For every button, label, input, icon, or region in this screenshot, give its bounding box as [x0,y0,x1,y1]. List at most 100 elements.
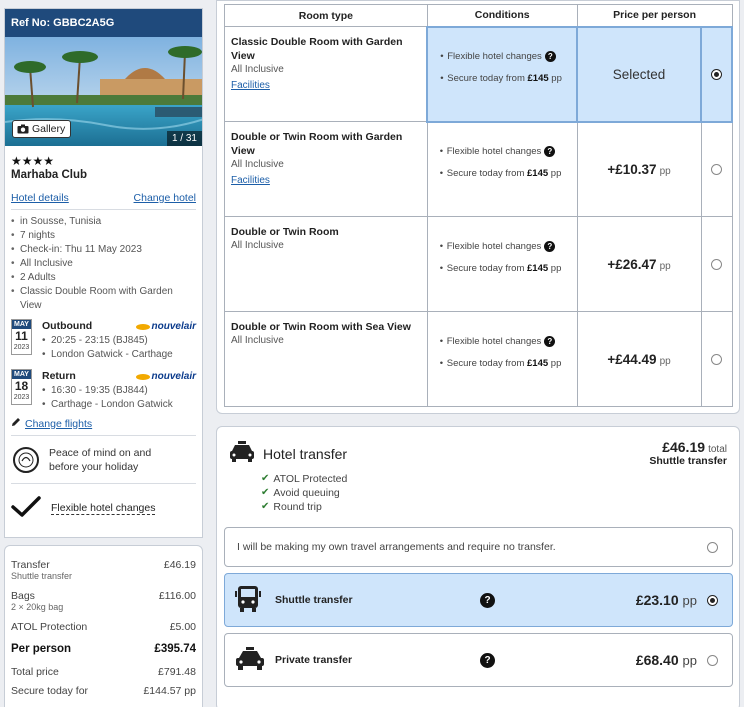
outbound-day: 11 [15,329,28,343]
conditions-cell: Flexible hotel changes? Secure today fro… [426,311,578,407]
room-board: All Inclusive [231,240,284,251]
total-value: £791.48 [158,666,196,678]
airline-name: nouvelair [151,371,196,382]
transfer-label: Transfer [11,559,50,571]
condition-flexible: Flexible hotel changes? [440,141,571,163]
no-transfer-label: I will be making my own travel arrangeme… [237,541,556,553]
facilities-link[interactable]: Facilities [231,80,270,91]
header-price: Price per person [576,4,733,27]
no-transfer-option[interactable]: I will be making my own travel arrangeme… [224,527,733,567]
condition-flexible: Flexible hotel changes? [440,46,570,68]
header-conditions: Conditions [426,4,578,27]
private-label: Private transfer [275,654,353,666]
private-radio[interactable] [707,654,718,666]
change-flights-link[interactable]: Change flights [25,418,92,430]
transfer-total-sub: Shuttle transfer [649,455,727,467]
check-icon: ✔ [261,487,270,498]
bus-icon [235,585,265,616]
room-radio[interactable] [711,258,722,270]
feature-text: Avoid queuing [273,487,340,499]
info-checkin: Check-in: Thu 11 May 2023 [11,243,196,257]
pp-label: pp [659,165,671,177]
outbound-title: Outbound [42,320,93,332]
transfer-sub: Shuttle transfer [11,571,73,581]
room-radio[interactable] [711,163,722,175]
flexible-changes: Flexible hotel changes [11,496,196,521]
secure-value: £144.57 pp [143,685,196,697]
transfer-value: £46.19 [163,559,196,571]
airline-swoosh-icon [135,373,150,380]
outbound-year: 2023 [13,344,30,351]
pp-label: pp [659,355,671,367]
gallery-button[interactable]: Gallery [12,120,72,138]
private-price-value: £68.40 [635,652,679,668]
feature-item: ✔ Avoid queuing [261,486,347,500]
gallery-label: Gallery [32,123,66,135]
secure-amount: £145 [527,357,549,369]
private-price: £68.40 pp [636,652,697,668]
secure-suffix: pp [548,262,562,274]
room-type-cell: Double or Twin Room All Inclusive [224,216,428,312]
shuttle-price-value: £23.10 [635,592,679,608]
condition-flexible-text: Flexible hotel changes [447,51,542,62]
help-icon[interactable]: ? [544,240,556,252]
secure-suffix: pp [548,73,562,84]
price-atol: ATOL Protection £5.00 [11,621,196,633]
secure-label: Secure today for [11,685,89,697]
room-row[interactable]: Double or Twin Room All Inclusive Flexib… [224,216,733,312]
radio-cell [700,216,733,312]
atol-badge-icon [13,447,39,473]
price-transfer: Transfer £46.19 [11,559,196,571]
help-icon[interactable]: ? [480,652,495,668]
no-transfer-radio[interactable] [707,541,718,553]
hotel-name: Marhaba Club [11,169,88,181]
outbound-route: London Gatwick - Carthage [42,348,173,362]
booking-summary-card: Ref No: GBBC2A5G Gallery 1 / 31 ★★★★ Mar… [4,8,203,538]
hotel-photo[interactable]: Gallery 1 / 31 [5,37,202,146]
conditions-cell: Flexible hotel changes? Secure today fro… [426,121,578,217]
help-icon[interactable]: ? [544,146,556,157]
transfer-title: Hotel transfer [263,445,348,462]
price-cell: Selected [576,25,702,123]
room-price: +£44.49 [607,351,657,367]
pp-label: pp [659,260,671,272]
info-board: All Inclusive [11,257,196,271]
shuttle-radio[interactable] [707,594,718,606]
room-row[interactable]: Double or Twin Room with Garden View All… [224,121,733,217]
condition-flexible-text: Flexible hotel changes [446,146,542,157]
help-icon[interactable]: ? [480,592,495,608]
room-title: Double or Twin Room with Garden View [231,131,403,157]
room-title: Classic Double Room with Garden View [231,36,403,62]
radio-cell [700,25,733,123]
outbound-flight: MAY 11 2023 Outbound nouvelair 20:25 - 2… [11,319,196,363]
hotel-details-link[interactable]: Hotel details [11,192,69,204]
airline-name: nouvelair [151,321,196,332]
check-icon: ✔ [261,473,270,484]
outbound-calendar-icon: MAY 11 2023 [11,319,32,355]
room-row[interactable]: Double or Twin Room with Sea View All In… [224,311,733,407]
price-bags: Bags £116.00 [11,590,196,602]
condition-secure: Secure today from £145 pp [440,352,571,374]
info-nights: 7 nights [11,229,196,243]
flexible-changes-label[interactable]: Flexible hotel changes [51,502,156,515]
divider [11,483,196,484]
room-price: +£10.37 [607,161,657,177]
star-rating: ★★★★ [11,154,55,168]
facilities-link[interactable]: Facilities [231,175,270,186]
room-radio[interactable] [711,353,722,365]
room-price: +£26.47 [607,256,657,272]
atol-value: £5.00 [169,621,196,633]
help-icon[interactable]: ? [544,51,556,62]
return-month: MAY [12,370,31,379]
info-location: in Sousse, Tunisia [11,215,196,229]
room-table: Room type Conditions Price per person Cl… [224,4,733,407]
price-cell: +£44.49 pp [576,311,702,407]
airline-swoosh-icon [135,323,150,330]
room-row[interactable]: Classic Double Room with Garden View All… [224,25,733,123]
room-type-cell: Double or Twin Room with Garden View All… [224,121,428,217]
private-transfer-option[interactable]: Private transfer ? £68.40 pp [224,633,733,687]
shuttle-transfer-option[interactable]: Shuttle transfer ? £23.10 pp [224,573,733,627]
room-radio[interactable] [711,68,722,80]
help-icon[interactable]: ? [544,335,556,347]
change-hotel-link[interactable]: Change hotel [134,192,196,204]
